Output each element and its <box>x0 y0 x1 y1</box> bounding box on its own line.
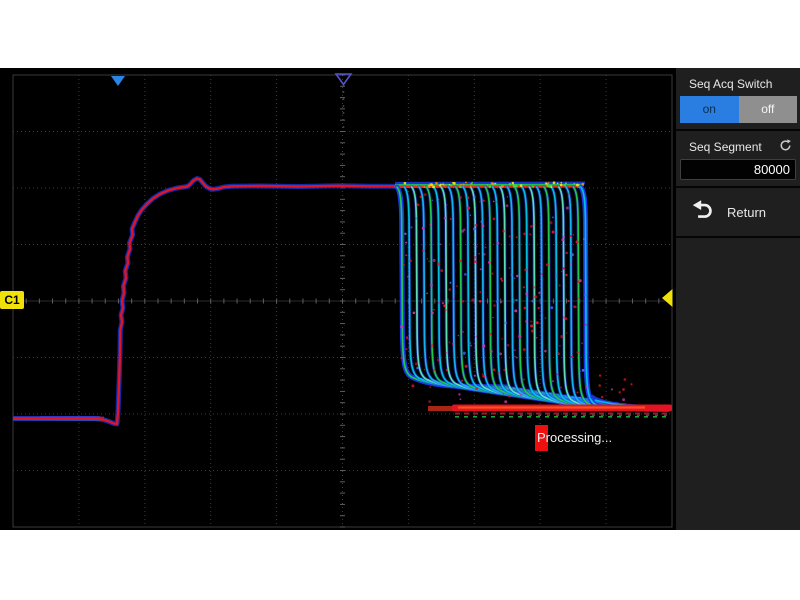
processing-indicator: Processing... <box>535 425 612 451</box>
seq-acq-toggle: on off <box>680 96 797 123</box>
scope-screen: C1 Processing... Seq Acq Switch on off S… <box>0 68 800 530</box>
return-arrow-icon <box>691 198 714 226</box>
menu-filler <box>676 238 800 530</box>
channel-badge-c1[interactable]: C1 <box>0 291 24 309</box>
seq-segment-label: Seq Segment <box>689 140 762 154</box>
processing-label: Processing... <box>537 430 612 445</box>
seq-acq-off-button[interactable]: off <box>739 96 798 123</box>
trigger-level-marker[interactable] <box>662 289 673 307</box>
rotate-knob-icon <box>779 139 792 155</box>
side-menu: Seq Acq Switch on off Seq Segment 80000 <box>676 68 800 530</box>
seq-segment-section: Seq Segment 80000 <box>676 131 800 188</box>
trigger-delay-marker <box>336 74 351 85</box>
return-button[interactable]: Return <box>676 188 800 238</box>
return-label: Return <box>727 205 766 220</box>
seq-acq-switch-label: Seq Acq Switch <box>676 68 800 91</box>
seq-acq-on-button[interactable]: on <box>680 96 739 123</box>
trigger-position-marker[interactable] <box>111 76 125 86</box>
seq-acq-section: Seq Acq Switch on off <box>676 68 800 131</box>
seq-segment-value-field[interactable]: 80000 <box>680 159 796 180</box>
